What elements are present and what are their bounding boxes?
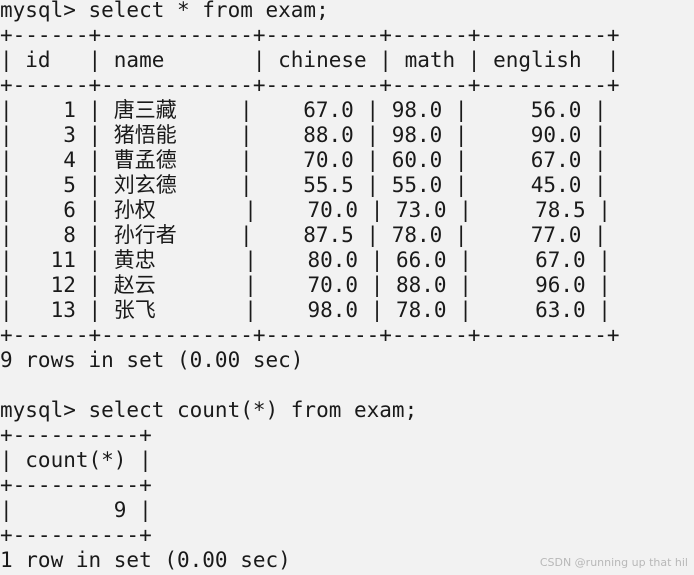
table-row: | 3 | 猪悟能 | 88.0 | 98.0 | 90.0 | [0,123,607,147]
table-row: | 6 | 孙权 | 70.0 | 73.0 | 78.5 | [0,198,611,222]
table-border: +----------+ [0,473,152,497]
table-border: +----------+ [0,523,152,547]
table-row: | 12 | 赵云 | 70.0 | 88.0 | 96.0 | [0,273,611,297]
table-header: | id | name | chinese | math | english | [0,48,620,72]
watermark: CSDN @running up that hil [539,556,688,569]
result-footer: 1 row in set (0.00 sec) [0,548,291,572]
table-border: +------+------------+---------+------+--… [0,73,620,97]
table-border: +------+------------+---------+------+--… [0,323,620,347]
table-header: | count(*) | [0,448,152,472]
table-border: +----------+ [0,423,152,447]
result-footer: 9 rows in set (0.00 sec) [0,348,304,372]
table-row: | 11 | 黄忠 | 80.0 | 66.0 | 67.0 | [0,248,611,272]
table-row: | 8 | 孙行者 | 87.5 | 78.0 | 77.0 | [0,223,607,247]
table-row: | 4 | 曹孟德 | 70.0 | 60.0 | 67.0 | [0,148,607,172]
table-row: | 13 | 张飞 | 98.0 | 78.0 | 63.0 | [0,298,611,322]
terminal-output: mysql> select * from exam; +------+------… [0,0,620,573]
query-line: mysql> select count(*) from exam; [0,398,418,422]
table-border: +------+------------+---------+------+--… [0,23,620,47]
query-line: mysql> select * from exam; [0,0,329,22]
table-row: | 9 | [0,498,152,522]
table-row: | 1 | 唐三藏 | 67.0 | 98.0 | 56.0 | [0,98,607,122]
table-row: | 5 | 刘玄德 | 55.5 | 55.0 | 45.0 | [0,173,607,197]
